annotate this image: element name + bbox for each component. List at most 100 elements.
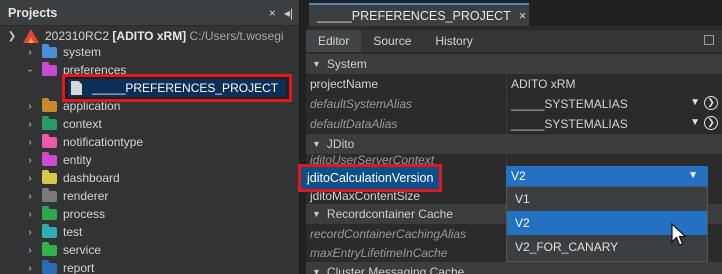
group-cluster-messaging-cache[interactable]: ▼ Cluster Messaging Cache	[306, 262, 722, 274]
group-label: JDito	[326, 137, 355, 151]
chevron-right-icon[interactable]: ›	[24, 245, 36, 256]
tree-item-preferences-project[interactable]: _____PREFERENCES_PROJECT	[62, 74, 292, 102]
property-name: defaultSystemAlias	[310, 96, 413, 111]
projects-header: Projects × ◂|	[0, 0, 299, 26]
tree-item-label: notificationtype	[63, 135, 144, 149]
close-icon[interactable]: ×	[269, 6, 276, 20]
calculation-version-combobox[interactable]: V2 ▼	[506, 166, 708, 186]
chevron-down-icon[interactable]: ▼	[312, 209, 321, 219]
chevron-right-icon[interactable]: ›	[24, 137, 36, 148]
folder-icon	[42, 205, 57, 220]
close-icon[interactable]: ×	[519, 9, 526, 23]
tree-item-process[interactable]: › process	[24, 204, 299, 224]
tree-item-label: process	[63, 207, 106, 221]
tree-item-label: system	[63, 45, 102, 59]
property-name: defaultDataAlias	[310, 116, 398, 131]
tree-item-service[interactable]: › service	[24, 240, 299, 260]
property-name-jditocalculationversion[interactable]: jditoCalculationVersion	[298, 164, 442, 192]
folder-icon	[42, 151, 57, 166]
tree-item-label: entity	[63, 153, 92, 167]
group-label: Recordcontainer Cache	[326, 207, 453, 221]
chevron-right-icon[interactable]: ›	[24, 191, 36, 202]
property-name: projectName	[310, 76, 379, 91]
chevron-down-icon[interactable]: ▼	[312, 267, 321, 274]
mouse-cursor-icon	[671, 222, 688, 246]
maximize-icon[interactable]	[704, 35, 714, 45]
tree-item-label: renderer	[63, 189, 109, 203]
projects-title: Projects	[8, 5, 58, 20]
property-row-projectname[interactable]: projectName ADITO xRM	[306, 73, 722, 94]
folder-icon	[42, 169, 57, 184]
tree-item-label: dashboard	[63, 171, 120, 185]
tree-item-context[interactable]: › context	[24, 114, 299, 134]
tree-item-report[interactable]: › report	[24, 258, 299, 274]
pin-icon[interactable]: ◂|	[284, 6, 293, 20]
combobox-value: V2	[511, 169, 526, 183]
chevron-down-icon[interactable]: ❯	[6, 31, 18, 42]
selected-file-row[interactable]: _____PREFERENCES_PROJECT	[68, 79, 286, 97]
tab-title: _____PREFERENCES_PROJECT	[317, 8, 511, 23]
selected-file-label: _____PREFERENCES_PROJECT	[92, 81, 279, 95]
property-value-text: _____SYSTEMALIAS	[511, 116, 628, 131]
root-project-name: 202310RC2	[45, 29, 110, 43]
chevron-right-icon[interactable]: ›	[24, 173, 36, 184]
property-value-text: _____SYSTEMALIAS	[511, 96, 628, 111]
chevron-right-icon[interactable]: ›	[24, 155, 36, 166]
group-system[interactable]: ▼ System	[306, 54, 722, 74]
tree-root-label: 202310RC2 [ADITO xRM] C:/Users/t.wosegi	[45, 29, 284, 43]
property-row-defaultsystemalias[interactable]: defaultSystemAlias _____SYSTEMALIAS ▼ ❯	[306, 93, 722, 114]
chevron-down-icon[interactable]: ▼	[312, 59, 321, 69]
folder-icon	[42, 115, 57, 130]
folder-icon	[42, 43, 57, 58]
root-project-type: [ADITO xRM]	[112, 29, 187, 43]
dropdown-arrow-icon[interactable]: ▼	[690, 97, 700, 108]
chevron-down-icon[interactable]: ▼	[312, 139, 321, 149]
folder-icon	[42, 133, 57, 148]
chevron-right-icon[interactable]: ›	[24, 263, 36, 274]
tab-editor[interactable]: Editor	[306, 30, 362, 52]
chevron-down-icon[interactable]: ›	[25, 64, 36, 76]
tab-history[interactable]: History	[423, 30, 484, 52]
folder-icon	[42, 97, 57, 112]
tab-source[interactable]: Source	[361, 30, 423, 52]
tab-preferences-project[interactable]: _____PREFERENCES_PROJECT ×	[309, 3, 529, 26]
tree-item-entity[interactable]: › entity	[24, 150, 299, 170]
navigate-circle-icon[interactable]: ❯	[704, 115, 718, 130]
folder-icon	[42, 187, 57, 202]
property-value[interactable]: _____SYSTEMALIAS ▼ ❯	[506, 93, 722, 114]
tree-item-label: report	[63, 261, 95, 274]
tree-item-dashboard[interactable]: › dashboard	[24, 168, 299, 188]
property-name: maxEntryLifetimeInCache	[310, 245, 448, 260]
property-value-text: ADITO xRM	[511, 76, 576, 91]
folder-icon	[42, 241, 57, 256]
property-value[interactable]: _____SYSTEMALIAS ▼ ❯	[506, 113, 722, 134]
property-value[interactable]: ADITO xRM	[506, 73, 722, 94]
navigate-circle-icon[interactable]: ❯	[704, 95, 718, 110]
folder-open-icon	[42, 61, 57, 76]
chevron-right-icon[interactable]: ›	[24, 119, 36, 130]
file-icon	[71, 81, 82, 95]
property-row-defaultdataalias[interactable]: defaultDataAlias _____SYSTEMALIAS ▼ ❯	[306, 113, 722, 134]
projects-panel: Projects × ◂| ❯ 202310RC2 [ADITO xRM] C:…	[0, 0, 300, 274]
tree-item-renderer[interactable]: › renderer	[24, 186, 299, 206]
chevron-right-icon[interactable]: ›	[24, 47, 36, 58]
tree-item-test[interactable]: › test	[24, 222, 299, 242]
dropdown-arrow-icon[interactable]: ▼	[690, 117, 700, 128]
chevron-right-icon[interactable]: ›	[24, 209, 36, 220]
tree-item-label: context	[63, 117, 102, 131]
property-name: recordContainerCachingAlias	[310, 226, 467, 241]
tree-item-notificationtype[interactable]: › notificationtype	[24, 132, 299, 152]
chevron-right-icon[interactable]: ›	[24, 227, 36, 238]
tree-item-label: test	[63, 225, 83, 239]
editor-subtabs: Editor Source History	[306, 30, 722, 52]
adito-logo-icon	[23, 29, 39, 43]
editor-tabbar: _____PREFERENCES_PROJECT ×	[306, 0, 722, 26]
folder-icon	[42, 259, 57, 274]
chevron-down-icon[interactable]: ▼	[688, 170, 698, 181]
tree-item-system[interactable]: › system	[24, 42, 299, 62]
tree-item-label: service	[63, 243, 102, 257]
dropdown-option-v1[interactable]: V1	[507, 187, 707, 211]
group-label: System	[326, 57, 367, 71]
group-label: Cluster Messaging Cache	[326, 265, 465, 274]
chevron-right-icon[interactable]: ›	[24, 101, 36, 112]
